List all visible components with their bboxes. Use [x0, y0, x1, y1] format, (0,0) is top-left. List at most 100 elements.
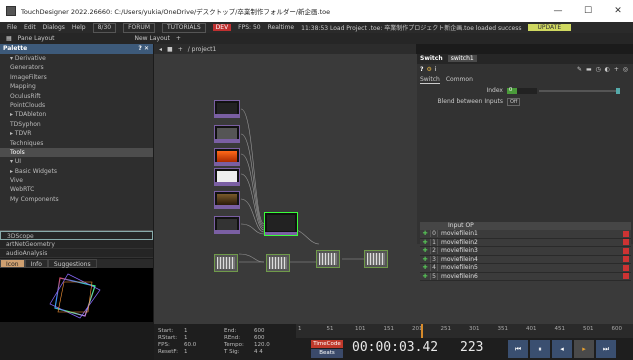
- tab-icon[interactable]: Icon: [0, 259, 25, 268]
- menu-file[interactable]: File: [7, 24, 17, 31]
- palette-item[interactable]: ▸ TDVR: [0, 129, 153, 138]
- palette-item[interactable]: Techniques: [0, 139, 153, 148]
- move-arrow-icon[interactable]: ✚: [420, 256, 430, 263]
- tempo-value[interactable]: 120.0: [254, 342, 270, 348]
- palette-item[interactable]: ▾ Derivative: [0, 54, 153, 63]
- palette-item[interactable]: OculusRift: [0, 92, 153, 101]
- frame-display[interactable]: 223: [460, 340, 483, 355]
- back-icon[interactable]: ◂: [159, 46, 162, 53]
- palette-close-icon[interactable]: ? ✕: [138, 44, 149, 54]
- timecode-display[interactable]: 00:00:03.42: [352, 340, 438, 355]
- pane-layout-label[interactable]: Pane Layout: [18, 35, 55, 42]
- tag-box[interactable]: 8/30: [92, 22, 117, 33]
- palette-item[interactable]: Vive: [0, 176, 153, 185]
- input-op-name[interactable]: moviefilein6: [438, 273, 623, 280]
- delete-icon[interactable]: [623, 230, 629, 237]
- timeline-ruler[interactable]: 1 51 101 151 201 251 301 351 401 451 501 600: [296, 324, 633, 338]
- step-forward-button[interactable]: ⏭: [596, 340, 616, 358]
- param-tool-icons[interactable]: ✎ ▬ ◷ ◐ + ◎: [577, 66, 629, 73]
- input-op-name[interactable]: moviefilein4: [438, 256, 623, 263]
- play-button[interactable]: ▸: [574, 340, 594, 358]
- move-arrow-icon[interactable]: ✚: [420, 247, 430, 254]
- chop-node[interactable]: [214, 254, 238, 272]
- update-button[interactable]: UPDATE: [527, 24, 572, 31]
- chop-node[interactable]: [364, 250, 388, 268]
- moviefilein-node[interactable]: [214, 148, 240, 166]
- delete-icon[interactable]: [623, 273, 629, 280]
- delete-icon[interactable]: [623, 256, 629, 263]
- move-arrow-icon[interactable]: ✚: [420, 264, 430, 271]
- index-slider-track[interactable]: [539, 89, 619, 92]
- input-op-name[interactable]: moviefilein2: [438, 239, 623, 246]
- add-icon[interactable]: +: [178, 46, 183, 53]
- home-icon[interactable]: ■: [167, 46, 173, 53]
- network-path[interactable]: / project1: [188, 46, 217, 53]
- input-op-row[interactable]: ✚ 3 moviefilein4: [420, 255, 631, 264]
- close-button[interactable]: ✕: [603, 0, 633, 22]
- rstart-value[interactable]: 1: [184, 335, 188, 341]
- delete-icon[interactable]: [623, 239, 629, 246]
- palette-item[interactable]: ▾ UI: [0, 157, 153, 166]
- palette-item[interactable]: Generators: [0, 63, 153, 72]
- bookmark-item[interactable]: audioAnalysis: [0, 249, 153, 258]
- rewind-button[interactable]: ⏮: [508, 340, 528, 358]
- palette-item[interactable]: ▸ TDAbleton: [0, 110, 153, 119]
- moviefilein-node[interactable]: [214, 168, 240, 186]
- start-value[interactable]: 1: [184, 328, 188, 334]
- grid-icon[interactable]: ▦: [6, 35, 12, 42]
- maximize-button[interactable]: ☐: [573, 0, 603, 22]
- timecode-mode-button[interactable]: TimeCode: [311, 340, 343, 348]
- palette-item[interactable]: ImageFilters: [0, 73, 153, 82]
- beats-mode-button[interactable]: Beats: [311, 349, 343, 358]
- palette-item[interactable]: WebRTC: [0, 185, 153, 194]
- pause-button[interactable]: ⏸: [530, 340, 550, 358]
- menu-dialogs[interactable]: Dialogs: [43, 24, 65, 31]
- palette-item[interactable]: ▸ Basic Widgets: [0, 167, 153, 176]
- palette-item[interactable]: My Components: [0, 195, 153, 204]
- palette-item[interactable]: Mapping: [0, 82, 153, 91]
- bookmark-item[interactable]: artNetGeometry: [0, 240, 153, 249]
- input-op-row[interactable]: ✚ 4 moviefilein5: [420, 264, 631, 273]
- resetf-value[interactable]: 1: [184, 349, 188, 355]
- step-back-button[interactable]: ◂: [552, 340, 572, 358]
- end-value[interactable]: 600: [254, 328, 265, 334]
- palette-item[interactable]: Tools: [0, 147, 153, 158]
- chop-node[interactable]: [316, 250, 340, 268]
- move-arrow-icon[interactable]: ✚: [420, 230, 430, 237]
- tutorials-link[interactable]: TUTORIALS: [162, 22, 206, 33]
- delete-icon[interactable]: [623, 247, 629, 254]
- op-name[interactable]: switch1: [447, 55, 477, 62]
- move-arrow-icon[interactable]: ✚: [420, 273, 430, 280]
- info-icon[interactable]: i: [435, 66, 437, 73]
- rend-value[interactable]: 600: [254, 335, 265, 341]
- input-op-row[interactable]: ✚ 1 moviefilein2: [420, 238, 631, 247]
- tab-suggestions[interactable]: Suggestions: [47, 259, 97, 268]
- moviefilein-node[interactable]: [214, 216, 240, 234]
- realtime-toggle[interactable]: Realtime: [268, 24, 295, 31]
- input-op-name[interactable]: moviefilein3: [438, 247, 623, 254]
- chop-node[interactable]: [266, 254, 290, 272]
- input-op-row[interactable]: ✚ 2 moviefilein3: [420, 247, 631, 256]
- switch1-node[interactable]: [264, 212, 298, 236]
- palette-item[interactable]: TDSyphon: [0, 120, 153, 129]
- minimize-button[interactable]: —: [543, 0, 573, 22]
- input-op-name[interactable]: moviefilein1: [438, 230, 623, 237]
- fps-value[interactable]: 60.0: [184, 342, 196, 348]
- new-layout-label[interactable]: New Layout: [135, 35, 170, 42]
- tab-switch[interactable]: Switch: [420, 75, 440, 84]
- input-op-name[interactable]: moviefilein5: [438, 264, 623, 271]
- palette-item[interactable]: PointClouds: [0, 101, 153, 110]
- index-field[interactable]: 0: [507, 87, 537, 94]
- tsig-value[interactable]: 4 4: [254, 349, 263, 355]
- bookmark-item[interactable]: 3DScope: [0, 231, 153, 240]
- move-arrow-icon[interactable]: ✚: [420, 239, 430, 246]
- tab-common[interactable]: Common: [446, 75, 473, 84]
- plus-icon[interactable]: +: [176, 35, 181, 42]
- input-op-row[interactable]: ✚ 5 moviefilein6: [420, 272, 631, 281]
- menu-edit[interactable]: Edit: [24, 24, 36, 31]
- moviefilein-node[interactable]: [214, 125, 240, 143]
- tab-info[interactable]: Info: [24, 259, 48, 268]
- help-icon[interactable]: ?: [420, 66, 423, 73]
- input-op-row[interactable]: ✚ 0 moviefilein1: [420, 230, 631, 239]
- playhead[interactable]: [420, 324, 423, 338]
